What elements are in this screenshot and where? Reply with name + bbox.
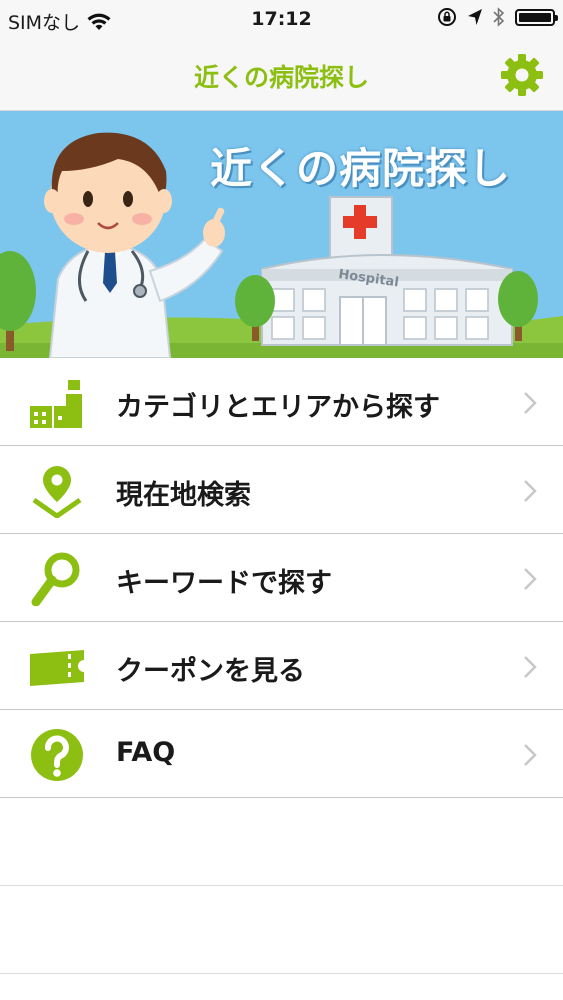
navigation-bar: 近くの病院探し [0, 38, 563, 111]
chevron-right-icon [524, 744, 537, 766]
category-area-icon [30, 380, 82, 428]
status-bar: SIMなし 17:12 [0, 0, 563, 38]
menu-item-label: クーポンを見る [116, 656, 305, 687]
question-icon [31, 729, 83, 781]
menu-item-label: 現在地検索 [116, 480, 251, 511]
chevron-right-icon [524, 568, 537, 590]
menu-item-current-location[interactable]: 現在地検索 [0, 446, 563, 534]
menu-list: カテゴリとエリアから探す 現在地検索 キーワードで探す クーポンを見る FAQ [0, 358, 563, 974]
gear-icon[interactable] [499, 52, 545, 98]
bluetooth-icon [493, 7, 505, 27]
magnifier-icon [31, 552, 80, 606]
menu-item-label: キーワードで探す [116, 568, 332, 599]
banner-title: 近くの病院探し [210, 144, 512, 193]
coupon-ticket-icon [30, 650, 84, 686]
menu-item-coupon[interactable]: クーポンを見る [0, 622, 563, 710]
menu-item-category-area[interactable]: カテゴリとエリアから探す [0, 358, 563, 446]
hero-banner: Hospital 近くの病院探し [0, 111, 563, 358]
empty-row [0, 798, 563, 886]
menu-item-label: FAQ [116, 737, 176, 768]
page-title: 近くの病院探し [193, 63, 369, 92]
menu-item-faq[interactable]: FAQ [0, 710, 563, 798]
status-right [437, 7, 558, 27]
chevron-right-icon [524, 480, 537, 502]
location-arrow-icon [468, 9, 482, 25]
menu-item-label: カテゴリとエリアから探す [116, 392, 440, 423]
chevron-right-icon [524, 392, 537, 414]
chevron-right-icon [524, 656, 537, 678]
empty-row [0, 886, 563, 974]
rotation-lock-icon [438, 8, 456, 26]
menu-item-keyword-search[interactable]: キーワードで探す [0, 534, 563, 622]
battery-icon [515, 8, 558, 26]
location-pin-icon [32, 466, 82, 518]
